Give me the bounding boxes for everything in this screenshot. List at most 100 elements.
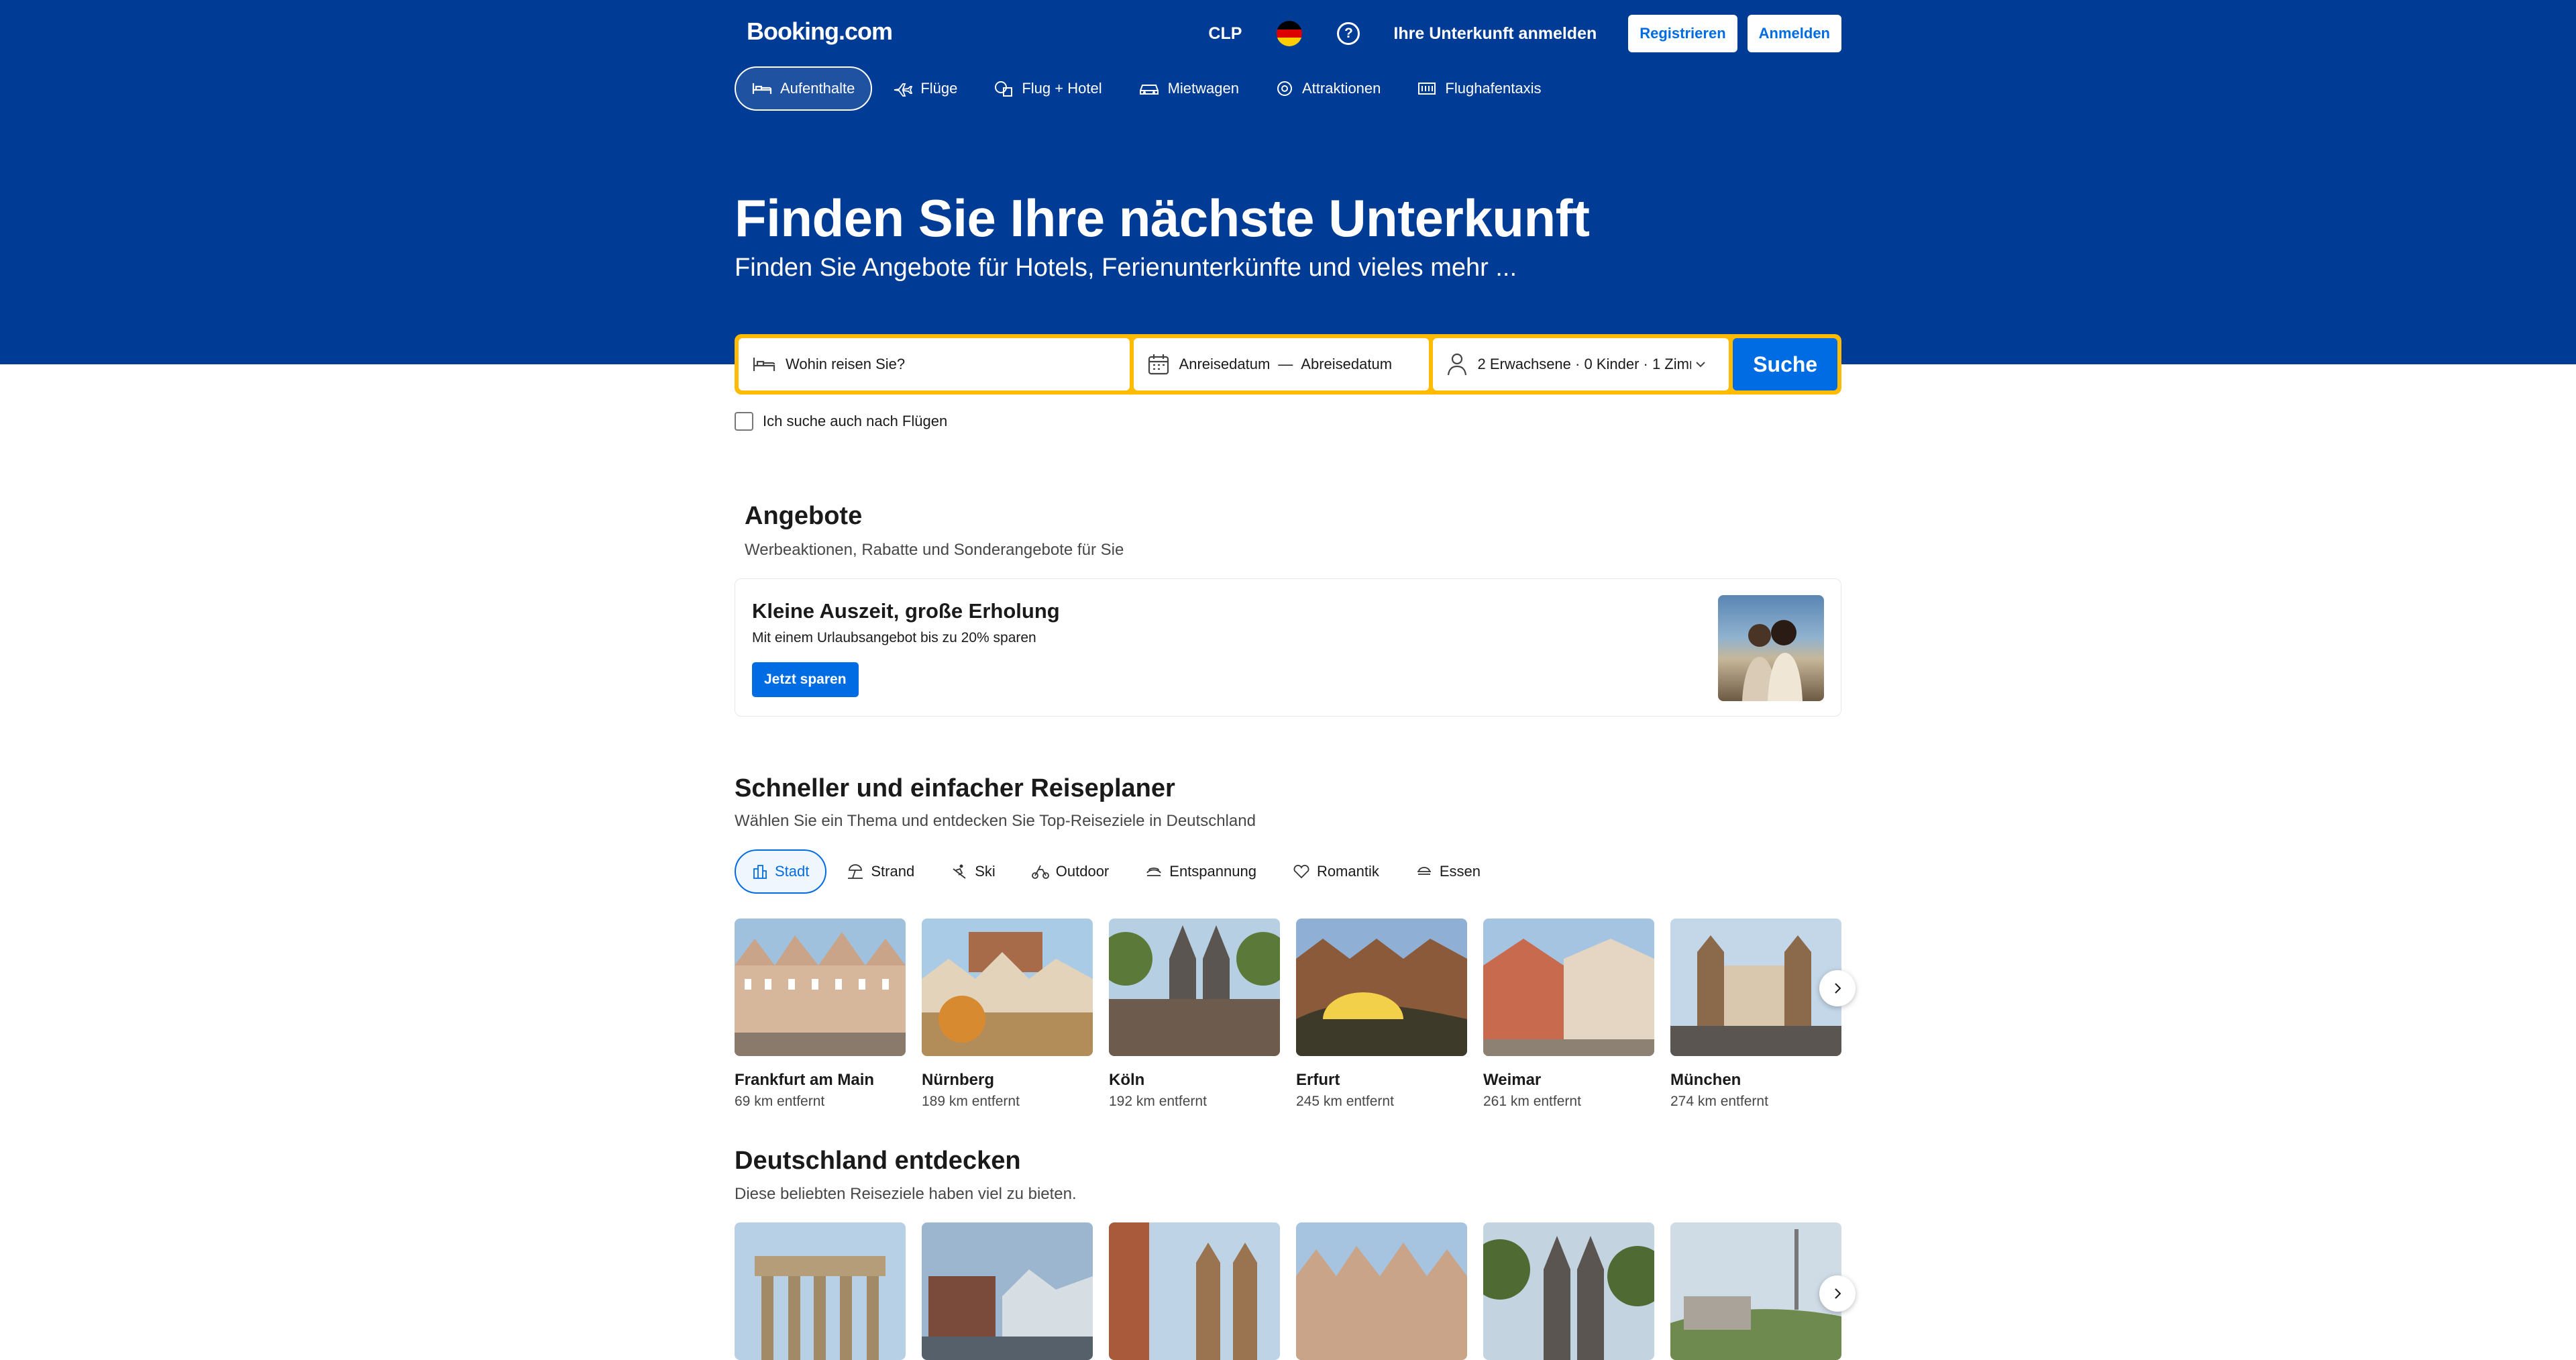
- city-name: Erfurt: [1296, 1071, 1340, 1089]
- language-flag-icon[interactable]: [1277, 21, 1303, 46]
- flights-checkbox[interactable]: [735, 412, 753, 431]
- logo[interactable]: Booking.com: [747, 17, 893, 46]
- offer-title: Kleine Auszeit, große Erholung: [752, 599, 1060, 623]
- save-now-button[interactable]: Jetzt sparen: [752, 662, 859, 697]
- city-distance: 274 km entfernt: [1670, 1094, 1768, 1109]
- beach-icon: [848, 864, 863, 879]
- city-name: München: [1670, 1071, 1741, 1089]
- city-image: [1670, 919, 1841, 1056]
- nav-attractions[interactable]: Attraktionen: [1259, 66, 1397, 111]
- chevron-down-icon: [1696, 362, 1706, 368]
- bed-icon: [753, 358, 775, 371]
- destination-card[interactable]: [1483, 1222, 1654, 1360]
- nav-label: Mietwagen: [1167, 80, 1239, 97]
- date-picker[interactable]: Anreisedatum — Abreisedatum: [1133, 338, 1430, 390]
- nav-label: Flug + Hotel: [1022, 80, 1102, 97]
- destination-card[interactable]: [1296, 1222, 1467, 1360]
- explore-title: Deutschland entdecken: [735, 1147, 1021, 1175]
- offer-image: [1718, 595, 1824, 701]
- chip-beach[interactable]: Strand: [830, 849, 930, 894]
- checkout-label: Abreisedatum: [1301, 356, 1393, 372]
- planner-title: Schneller und einfacher Reiseplaner: [735, 774, 1175, 802]
- city-cards: Frankfurt am Main 69 km entfernt Nürnber…: [735, 919, 1841, 1110]
- destination-image: [922, 1222, 1093, 1360]
- food-icon: [1417, 867, 1431, 875]
- destination-image: [735, 1222, 906, 1360]
- planner-subtitle: Wählen Sie ein Thema und entdecken Sie T…: [735, 812, 1256, 830]
- hero-title: Finden Sie Ihre nächste Unterkunft: [735, 189, 1590, 248]
- city-card[interactable]: Köln 192 km entfernt: [1109, 919, 1280, 1110]
- search-bar: Wohin reisen Sie? Anreisedatum — Abreise…: [735, 334, 1841, 395]
- city-card[interactable]: Erfurt 245 km entfernt: [1296, 919, 1467, 1110]
- chip-food[interactable]: Essen: [1399, 849, 1497, 894]
- product-nav: Aufenthalte Flüge Flug + Hotel Mietwagen…: [735, 66, 1561, 111]
- nav-label: Aufenthalte: [780, 80, 855, 97]
- city-card[interactable]: Nürnberg 189 km entfernt: [922, 919, 1093, 1110]
- city-image: [922, 919, 1093, 1056]
- offers-subtitle: Werbeaktionen, Rabatte und Sonderangebot…: [745, 541, 1124, 559]
- city-card[interactable]: München 274 km entfernt: [1670, 919, 1841, 1110]
- help-icon[interactable]: ?: [1337, 22, 1360, 45]
- city-name: Weimar: [1483, 1071, 1542, 1089]
- guests-summary: 2 Erwachsene · 0 Kinder · 1 Zimmer: [1477, 356, 1692, 372]
- nav-stays[interactable]: Aufenthalte: [735, 66, 873, 111]
- city-card[interactable]: Frankfurt am Main 69 km entfernt: [735, 919, 906, 1110]
- destination-card[interactable]: [922, 1222, 1093, 1360]
- city-distance: 189 km entfernt: [922, 1094, 1020, 1109]
- flights-checkbox-row[interactable]: Ich suche auch nach Flügen: [735, 412, 947, 431]
- theme-chips: Stadt Strand Ski Outdoor Entspannung Rom…: [735, 849, 1501, 894]
- next-arrow-button[interactable]: [1819, 970, 1856, 1006]
- city-name: Frankfurt am Main: [735, 1071, 875, 1089]
- heart-icon: [1293, 865, 1309, 879]
- city-distance: 245 km entfernt: [1296, 1094, 1394, 1109]
- chip-label: Entspannung: [1169, 863, 1256, 880]
- list-property-link[interactable]: Ihre Unterkunft anmelden: [1393, 24, 1597, 44]
- destination-input[interactable]: Wohin reisen Sie?: [739, 338, 1130, 390]
- chevron-right-icon: [1835, 983, 1841, 994]
- city-distance: 192 km entfernt: [1109, 1094, 1207, 1109]
- bed-icon: [752, 83, 772, 94]
- flight-hotel-icon: [995, 81, 1013, 97]
- search-button[interactable]: Suche: [1733, 338, 1837, 390]
- chip-label: Outdoor: [1055, 863, 1110, 880]
- nav-airport-taxis[interactable]: Flughafentaxis: [1401, 66, 1557, 111]
- nav-flight-hotel[interactable]: Flug + Hotel: [977, 66, 1118, 111]
- nav-flights[interactable]: Flüge: [876, 66, 973, 111]
- outdoor-icon: [1031, 865, 1049, 879]
- currency-selector[interactable]: CLP: [1208, 24, 1242, 44]
- hero-subtitle: Finden Sie Angebote für Hotels, Ferienun…: [735, 254, 1517, 282]
- city-image: [1109, 919, 1280, 1056]
- city-card[interactable]: Weimar 261 km entfernt: [1483, 919, 1654, 1110]
- calendar-icon: [1148, 354, 1169, 375]
- chip-relax[interactable]: Entspannung: [1129, 849, 1273, 894]
- next-arrow-button[interactable]: [1819, 1275, 1856, 1312]
- chip-city[interactable]: Stadt: [735, 849, 827, 894]
- destination-image: [1483, 1222, 1654, 1360]
- chip-outdoor[interactable]: Outdoor: [1016, 849, 1126, 894]
- offers-title: Angebote: [745, 502, 863, 530]
- nav-label: Attraktionen: [1301, 80, 1381, 97]
- city-icon: [753, 865, 767, 879]
- destination-card[interactable]: [1109, 1222, 1280, 1360]
- taxi-icon: [1418, 83, 1436, 95]
- car-icon: [1139, 85, 1159, 95]
- destination-cards: [735, 1222, 1841, 1360]
- chip-label: Ski: [975, 863, 996, 880]
- chevron-right-icon: [1835, 1288, 1841, 1299]
- destination-image: [1109, 1222, 1280, 1360]
- plane-icon: [894, 83, 913, 97]
- chip-label: Stadt: [775, 863, 810, 880]
- offer-card: Kleine Auszeit, große Erholung Mit einem…: [735, 578, 1841, 717]
- destination-card[interactable]: [735, 1222, 906, 1360]
- nav-car-rental[interactable]: Mietwagen: [1122, 66, 1255, 111]
- chip-romance[interactable]: Romantik: [1277, 849, 1395, 894]
- guests-selector[interactable]: 2 Erwachsene · 0 Kinder · 1 Zimmer: [1433, 338, 1729, 390]
- city-distance: 69 km entfernt: [735, 1094, 825, 1109]
- city-name: Nürnberg: [922, 1071, 994, 1089]
- offer-description: Mit einem Urlaubsangebot bis zu 20% spar…: [752, 630, 1036, 645]
- register-button[interactable]: Registrieren: [1628, 15, 1737, 52]
- chip-ski[interactable]: Ski: [934, 849, 1012, 894]
- login-button[interactable]: Anmelden: [1747, 15, 1841, 52]
- destination-card[interactable]: [1670, 1222, 1841, 1360]
- city-distance: 261 km entfernt: [1483, 1094, 1581, 1109]
